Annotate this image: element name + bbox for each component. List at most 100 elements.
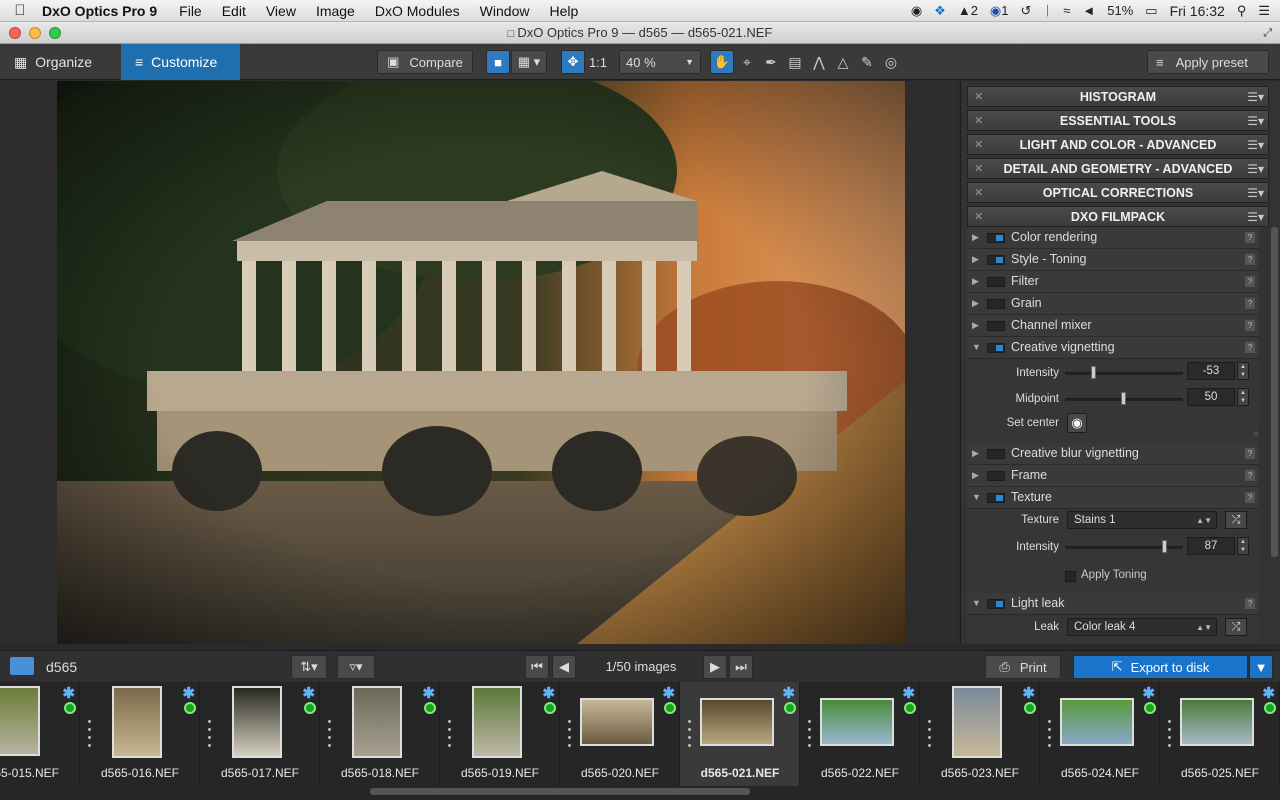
help-icon[interactable]: ?: [1245, 298, 1255, 309]
tool-grain[interactable]: ▶ Grain?: [967, 293, 1259, 315]
menu-dxo-modules[interactable]: DxO Modules: [365, 3, 470, 19]
tool-enable-toggle[interactable]: [987, 321, 1005, 331]
drag-handle-icon[interactable]: [568, 720, 571, 752]
filmstrip-item[interactable]: ✱ d565-025.NEF: [1160, 682, 1280, 786]
leak-select[interactable]: Color leak 4 ▲▼: [1067, 618, 1217, 636]
next-image-button[interactable]: ▶: [703, 655, 727, 679]
drag-handle-icon[interactable]: [688, 720, 691, 752]
filmstrip-scrollbar[interactable]: [370, 788, 750, 795]
export-options-button[interactable]: ▼: [1249, 655, 1273, 679]
vignetting-intensity-slider[interactable]: [1065, 372, 1183, 375]
filmstrip-item[interactable]: ✱ d565-018.NEF: [320, 682, 440, 786]
drag-handle-icon[interactable]: [1048, 720, 1051, 752]
tool-color-rendering[interactable]: ▶ Color rendering?: [967, 227, 1259, 249]
texture-shuffle-button[interactable]: ⤮: [1225, 511, 1247, 529]
compare-button[interactable]: ▣ Compare: [377, 50, 473, 74]
set-center-button[interactable]: ◉: [1067, 413, 1087, 433]
tool-enable-toggle[interactable]: [987, 599, 1005, 609]
tool-creative-vignetting[interactable]: ▼ Creative vignetting?: [967, 337, 1259, 359]
thumbnail-image[interactable]: [820, 698, 894, 746]
expand-arrow-icon[interactable]: ▶: [972, 293, 979, 314]
thumbnail-image[interactable]: [472, 686, 522, 758]
thumbnail-image[interactable]: [1180, 698, 1254, 746]
section-optical-corrections[interactable]: ✕ OPTICAL CORRECTIONS ☰▾: [967, 182, 1269, 203]
leak-shuffle-button[interactable]: ⤮: [1225, 618, 1247, 636]
thumbnail-image[interactable]: [952, 686, 1002, 758]
eyedropper-icon[interactable]: ✒: [761, 52, 781, 72]
tool-enable-toggle[interactable]: [987, 277, 1005, 287]
help-icon[interactable]: ?: [1245, 598, 1255, 609]
zoom-window-button[interactable]: [49, 27, 61, 39]
close-icon[interactable]: ✕: [974, 135, 983, 155]
expand-arrow-icon[interactable]: ▶: [972, 315, 979, 336]
hand-tool-button[interactable]: ✋: [710, 50, 734, 74]
vignetting-midpoint-value[interactable]: 50: [1187, 388, 1235, 406]
apply-toning-checkbox[interactable]: [1065, 571, 1076, 582]
thumbnail-image[interactable]: [580, 698, 654, 746]
creative-cloud-icon[interactable]: ◉1: [990, 3, 1009, 19]
texture-intensity-value[interactable]: 87: [1187, 537, 1235, 555]
adobe-status-icon[interactable]: ▲2: [958, 3, 978, 18]
help-icon[interactable]: ?: [1245, 342, 1255, 353]
close-icon[interactable]: ✕: [974, 183, 983, 203]
filmstrip-item[interactable]: ✱ d565-023.NEF: [920, 682, 1040, 786]
tool-creative-blur-vignetting[interactable]: ▶ Creative blur vignetting?: [967, 443, 1259, 465]
app-menu[interactable]: DxO Optics Pro 9: [40, 3, 169, 19]
close-icon[interactable]: ✕: [974, 111, 983, 131]
volume-icon[interactable]: ◄: [1082, 3, 1095, 18]
section-menu-icon[interactable]: ☰▾: [1247, 135, 1264, 155]
wifi-icon[interactable]: ≈: [1063, 3, 1070, 18]
thumbnail-image[interactable]: [352, 686, 402, 758]
crop-icon[interactable]: ⌖: [737, 52, 757, 72]
filmstrip-item[interactable]: ✱ d565-019.NEF: [440, 682, 560, 786]
last-image-button[interactable]: ⏭: [729, 655, 753, 679]
section-dxo-filmpack[interactable]: ✕ DXO FILMPACK ☰▾: [967, 206, 1269, 227]
menu-help[interactable]: Help: [539, 3, 588, 19]
tool-frame[interactable]: ▶ Frame?: [967, 465, 1259, 487]
minimize-window-button[interactable]: [29, 27, 41, 39]
perspective-icon[interactable]: ⋀: [809, 52, 829, 72]
drag-handle-icon[interactable]: [448, 720, 451, 752]
clock[interactable]: Fri 16:32: [1170, 3, 1225, 19]
collapse-arrow-icon[interactable]: ▼: [972, 337, 981, 358]
tool-enable-toggle[interactable]: [987, 233, 1005, 243]
vignetting-midpoint-stepper[interactable]: ▲ ▼: [1237, 388, 1249, 406]
drag-handle-icon[interactable]: [208, 720, 211, 752]
filter-button[interactable]: ▿▾: [337, 655, 375, 679]
tool-light-leak[interactable]: ▼ Light leak?: [967, 593, 1259, 615]
filmstrip-item[interactable]: ✱ d565-022.NEF: [800, 682, 920, 786]
filmstrip-item[interactable]: ✱ d565-020.NEF: [560, 682, 680, 786]
panel-scrollbar[interactable]: [1271, 227, 1278, 557]
expand-arrow-icon[interactable]: ▶: [972, 227, 979, 248]
single-view-button[interactable]: ■: [486, 50, 510, 74]
drag-handle-icon[interactable]: [1168, 720, 1171, 752]
bluetooth-icon[interactable]: ᛁ: [1043, 3, 1051, 18]
dropbox-icon[interactable]: ❖: [934, 3, 946, 19]
section-essential-tools[interactable]: ✕ ESSENTIAL TOOLS ☰▾: [967, 110, 1269, 131]
help-icon[interactable]: ?: [1245, 232, 1255, 243]
apply-preset-button[interactable]: ≡ Apply preset: [1147, 50, 1269, 74]
menu-window[interactable]: Window: [470, 3, 540, 19]
thumbnail-image[interactable]: [700, 698, 774, 746]
red-eye-icon[interactable]: ◎: [881, 52, 901, 72]
tool-style-toning[interactable]: ▶ Style - Toning?: [967, 249, 1259, 271]
section-menu-icon[interactable]: ☰▾: [1247, 183, 1264, 203]
help-icon[interactable]: ?: [1245, 276, 1255, 287]
tool-enable-toggle[interactable]: [987, 299, 1005, 309]
repair-brush-icon[interactable]: ✎: [857, 52, 877, 72]
menu-file[interactable]: File: [169, 3, 212, 19]
filmstrip-item[interactable]: ✱ d565-021.NEF: [680, 682, 800, 786]
fit-screen-button[interactable]: ✥: [561, 50, 585, 74]
notification-center-icon[interactable]: ☰: [1258, 3, 1270, 19]
section-histogram[interactable]: ✕ HISTOGRAM ☰▾: [967, 86, 1269, 107]
export-button[interactable]: ⇱ Export to disk: [1073, 655, 1248, 679]
collapse-arrow-icon[interactable]: ▼: [972, 487, 981, 508]
tool-enable-toggle[interactable]: [987, 343, 1005, 353]
main-photo[interactable]: [57, 81, 905, 644]
thumbnail-image[interactable]: [0, 686, 40, 756]
section-menu-icon[interactable]: ☰▾: [1247, 159, 1264, 179]
horizon-icon[interactable]: ▤: [785, 52, 805, 72]
help-icon[interactable]: ?: [1245, 320, 1255, 331]
menu-view[interactable]: View: [256, 3, 306, 19]
menu-edit[interactable]: Edit: [212, 3, 256, 19]
